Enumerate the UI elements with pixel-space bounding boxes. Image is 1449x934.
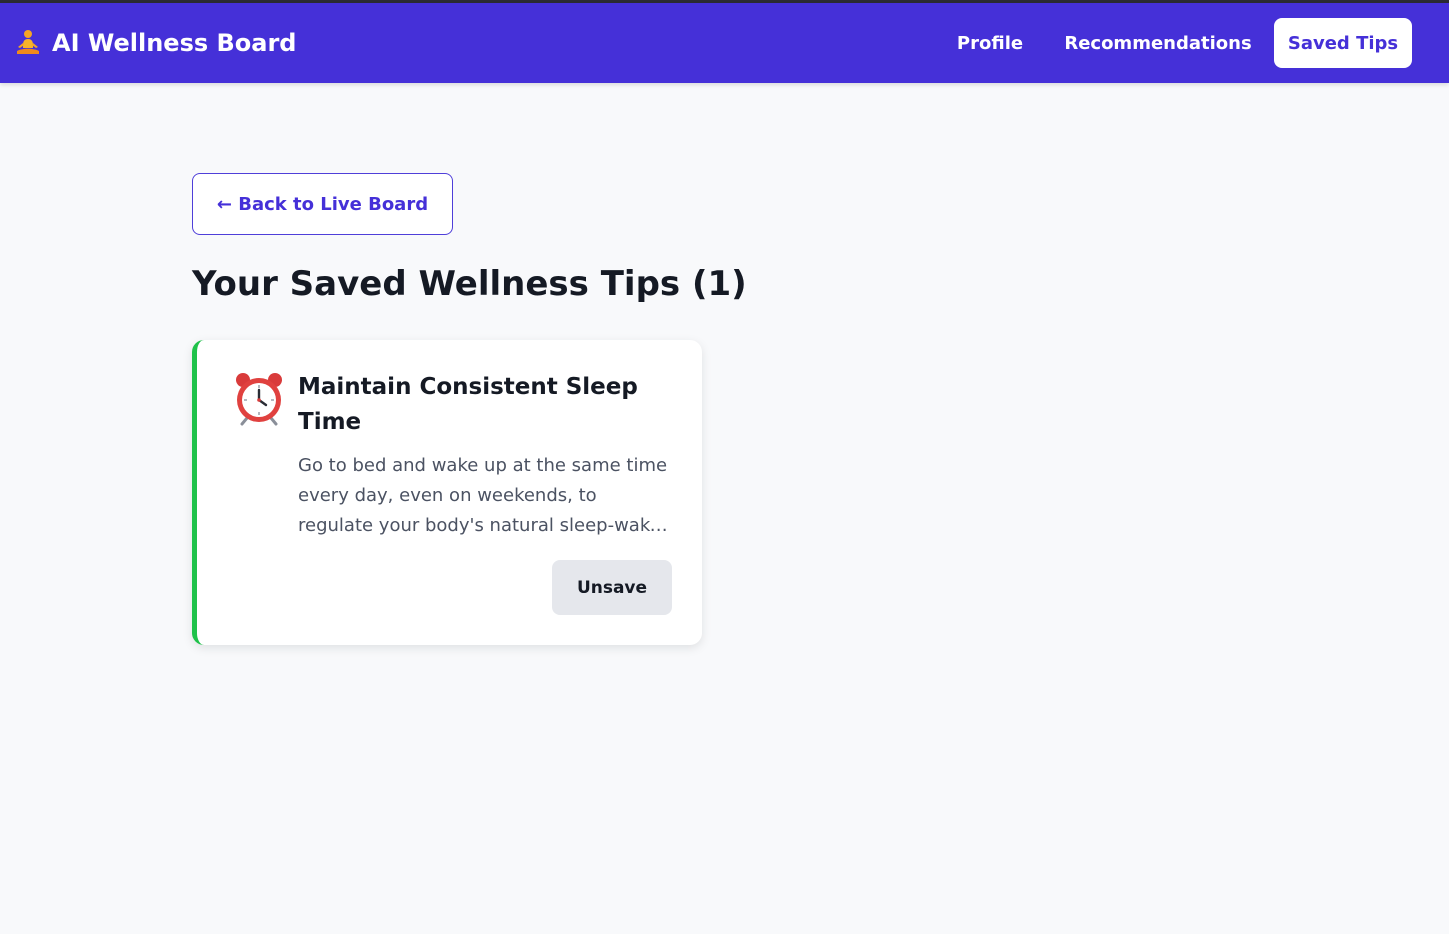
alarm-clock-icon — [231, 370, 287, 426]
brand-title: AI Wellness Board — [52, 29, 297, 57]
unsave-button[interactable]: Unsave — [552, 560, 672, 615]
back-to-live-board-button[interactable]: ← Back to Live Board — [192, 173, 453, 235]
tip-title: Maintain Consistent Sleep Time — [298, 374, 638, 435]
saved-tip-card: Maintain Consistent Sleep Time Go to bed… — [192, 340, 702, 645]
tip-description: Go to bed and wake up at the same time e… — [298, 455, 668, 536]
nav-recommendations[interactable]: Recommendations — [1058, 18, 1258, 68]
meditating-person-icon — [14, 29, 42, 57]
page-title: Your Saved Wellness Tips (1) — [192, 264, 747, 304]
brand[interactable]: AI Wellness Board — [14, 3, 297, 83]
nav-profile[interactable]: Profile — [944, 18, 1036, 68]
top-navbar: AI Wellness Board Profile Recommendation… — [0, 3, 1449, 83]
nav-saved-tips[interactable]: Saved Tips — [1274, 18, 1412, 68]
